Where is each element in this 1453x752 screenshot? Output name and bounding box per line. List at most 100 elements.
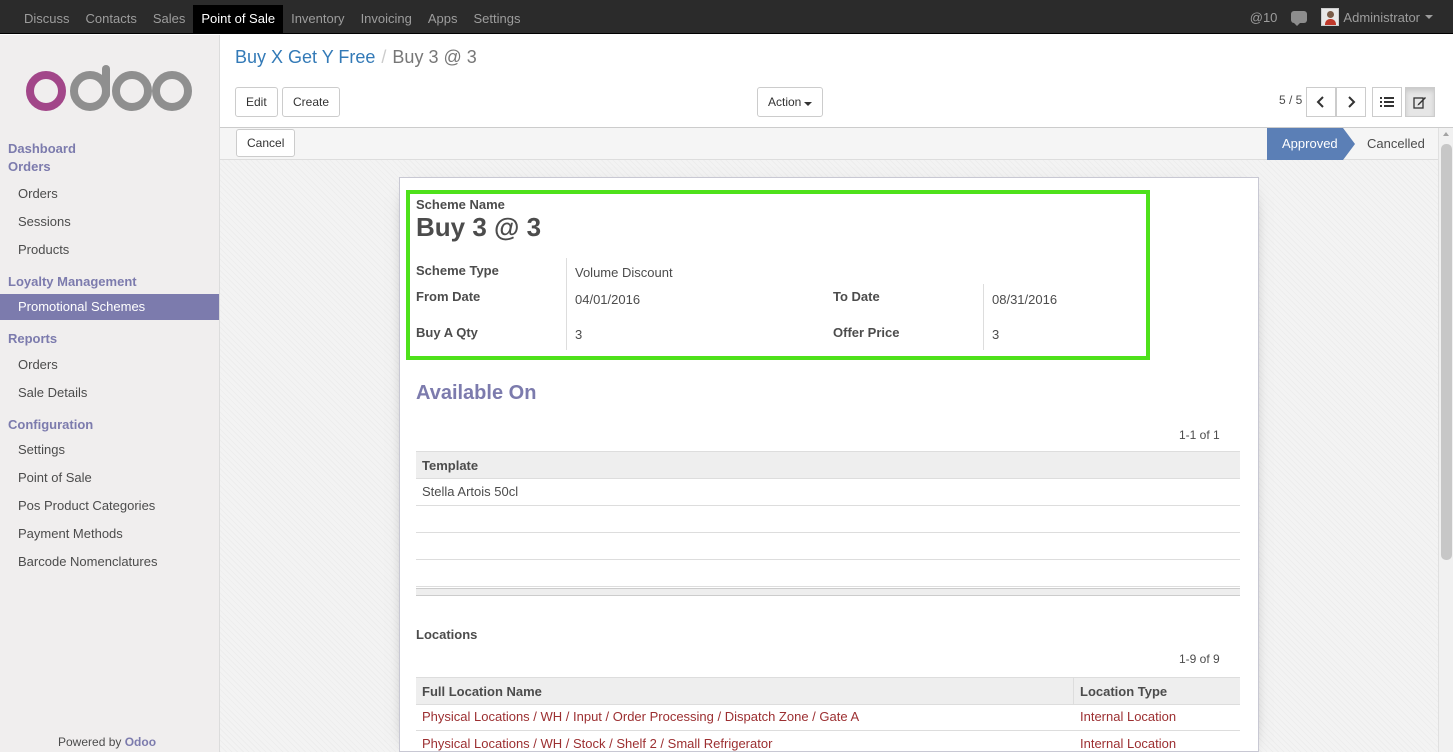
powered-by: Powered by Odoo	[58, 735, 156, 749]
form-area: Scheme Name Buy 3 @ 3 Scheme Type Volume…	[220, 160, 1438, 752]
template-column-header[interactable]: Template	[416, 452, 478, 478]
from-date-label: From Date	[416, 289, 481, 304]
sidebar-item-barcode-nomenclatures[interactable]: Barcode Nomenclatures	[0, 549, 219, 575]
chat-icon[interactable]	[1291, 11, 1308, 26]
menu-settings[interactable]: Settings	[466, 5, 529, 33]
menu-point-of-sale[interactable]: Point of Sale	[193, 4, 284, 33]
sidebar-item-settings[interactable]: Settings	[0, 437, 219, 463]
edit-button[interactable]: Edit	[235, 87, 278, 117]
powered-by-link[interactable]: Odoo	[125, 735, 156, 749]
locations-table-header: Full Location Name Location Type	[416, 677, 1240, 705]
templates-table-footer	[416, 588, 1240, 596]
templates-pager[interactable]: 1-1 of 1	[1179, 428, 1220, 442]
sidebar-item-products[interactable]: Products	[0, 237, 219, 263]
field-divider	[566, 258, 567, 350]
from-date-field[interactable]: 04/01/2016	[575, 292, 640, 307]
menu-invoicing[interactable]: Invoicing	[353, 5, 420, 33]
sidebar-item-orders[interactable]: Orders	[0, 181, 219, 207]
pager-next-button[interactable]	[1336, 87, 1366, 117]
sidebar-item-report-orders[interactable]: Orders	[0, 352, 219, 378]
vertical-scrollbar[interactable]	[1438, 128, 1453, 752]
sidebar-item-sessions[interactable]: Sessions	[0, 209, 219, 235]
menu-inventory[interactable]: Inventory	[283, 5, 352, 33]
odoo-logo[interactable]	[24, 65, 194, 115]
table-row[interactable]: Physical Locations / WH / Stock / Shelf …	[416, 731, 1240, 752]
table-row[interactable]: Stella Artois 50cl	[416, 479, 1240, 506]
table-row-empty	[416, 533, 1240, 560]
stage-cancelled[interactable]: Cancelled	[1367, 128, 1425, 160]
locations-title: Locations	[416, 627, 478, 642]
avatar	[1321, 8, 1340, 26]
sidebar-item-pos-product-categories[interactable]: Pos Product Categories	[0, 493, 219, 519]
list-icon	[1380, 97, 1394, 107]
location-type-header[interactable]: Location Type	[1074, 678, 1167, 704]
user-name: Administrator	[1343, 9, 1420, 25]
template-cell: Stella Artois 50cl	[422, 484, 519, 499]
edit-icon	[1413, 97, 1426, 109]
locations-pager[interactable]: 1-9 of 9	[1179, 652, 1220, 666]
sidebar-item-sale-details[interactable]: Sale Details	[0, 380, 219, 406]
form-view-button[interactable]	[1405, 87, 1435, 117]
control-panel: Buy X Get Y Free / Buy 3 @ 3 Edit Create A…	[220, 35, 1453, 128]
top-navbar: Discuss Contacts Sales Point of Sale Inv…	[0, 0, 1453, 34]
offer-price-field[interactable]: 3	[992, 327, 999, 342]
notifications-counter[interactable]: @10	[1250, 10, 1278, 25]
table-row-empty	[416, 506, 1240, 533]
powered-by-prefix: Powered by	[58, 735, 122, 749]
full-location-name-header[interactable]: Full Location Name	[416, 678, 542, 704]
scrollbar-thumb[interactable]	[1441, 144, 1452, 560]
pager-previous-button[interactable]	[1306, 87, 1336, 117]
sidebar-head-configuration[interactable]: Configuration	[8, 417, 93, 432]
buy-qty-label: Buy A Qty	[416, 325, 478, 340]
breadcrumb-separator: /	[381, 47, 387, 67]
breadcrumb-current: Buy 3 @ 3	[392, 47, 477, 67]
breadcrumb: Buy X Get Y Free / Buy 3 @ 3	[235, 47, 477, 68]
user-menu[interactable]: Administrator	[1321, 8, 1433, 26]
sidebar-head-orders[interactable]: Orders	[8, 159, 51, 174]
scheme-name-label: Scheme Name	[416, 197, 505, 212]
app-menu: Discuss Contacts Sales Point of Sale Inv…	[16, 0, 529, 34]
action-label: Action	[768, 95, 802, 109]
create-button[interactable]: Create	[282, 87, 341, 117]
available-on-title: Available On	[416, 382, 537, 404]
sidebar-item-point-of-sale[interactable]: Point of Sale	[0, 465, 219, 491]
location-name-cell[interactable]: Physical Locations / WH / Input / Order …	[416, 704, 859, 730]
form-sheet: Scheme Name Buy 3 @ 3 Scheme Type Volume…	[399, 177, 1259, 752]
scheme-type-field[interactable]: Volume Discount	[575, 265, 673, 280]
breadcrumb-parent[interactable]: Buy X Get Y Free	[235, 47, 375, 67]
status-bar: Cancel Approved Cancelled	[220, 128, 1438, 160]
sidebar: Dashboard Orders Orders Sessions Product…	[0, 35, 220, 752]
menu-sales[interactable]: Sales	[145, 5, 194, 33]
menu-discuss[interactable]: Discuss	[16, 5, 78, 33]
cancel-button[interactable]: Cancel	[236, 129, 296, 157]
location-name-cell[interactable]: Physical Locations / WH / Stock / Shelf …	[416, 731, 772, 752]
offer-price-label: Offer Price	[833, 325, 900, 340]
caret-down-icon	[1425, 15, 1433, 19]
location-type-cell[interactable]: Internal Location	[1074, 704, 1176, 730]
pager-value[interactable]: 5 / 5	[1279, 93, 1302, 107]
stage-approved[interactable]: Approved	[1267, 128, 1355, 160]
sidebar-item-payment-methods[interactable]: Payment Methods	[0, 521, 219, 547]
scheme-name-field[interactable]: Buy 3 @ 3	[416, 212, 541, 243]
scroll-up-icon[interactable]	[1443, 132, 1449, 136]
sidebar-head-loyalty[interactable]: Loyalty Management	[8, 274, 137, 289]
table-row-empty	[416, 560, 1240, 587]
sidebar-head-reports[interactable]: Reports	[8, 331, 57, 346]
location-type-cell[interactable]: Internal Location	[1074, 731, 1176, 752]
chevron-left-icon	[1316, 96, 1324, 108]
to-date-field[interactable]: 08/31/2016	[992, 292, 1057, 307]
menu-apps[interactable]: Apps	[420, 5, 466, 33]
to-date-label: To Date	[833, 289, 880, 304]
action-dropdown[interactable]: Action	[757, 87, 824, 117]
menu-contacts[interactable]: Contacts	[78, 5, 145, 33]
sidebar-item-promotional-schemes[interactable]: Promotional Schemes	[0, 294, 219, 320]
field-divider	[983, 284, 984, 350]
table-row[interactable]: Physical Locations / WH / Input / Order …	[416, 704, 1240, 731]
list-view-button[interactable]	[1372, 87, 1402, 117]
caret-down-icon	[804, 102, 813, 106]
buy-qty-field[interactable]: 3	[575, 327, 582, 342]
systray: @10 Administrator	[1250, 0, 1453, 34]
sidebar-head-dashboard[interactable]: Dashboard	[8, 141, 76, 156]
templates-table-header: Template	[416, 451, 1240, 479]
chevron-right-icon	[1348, 96, 1356, 108]
